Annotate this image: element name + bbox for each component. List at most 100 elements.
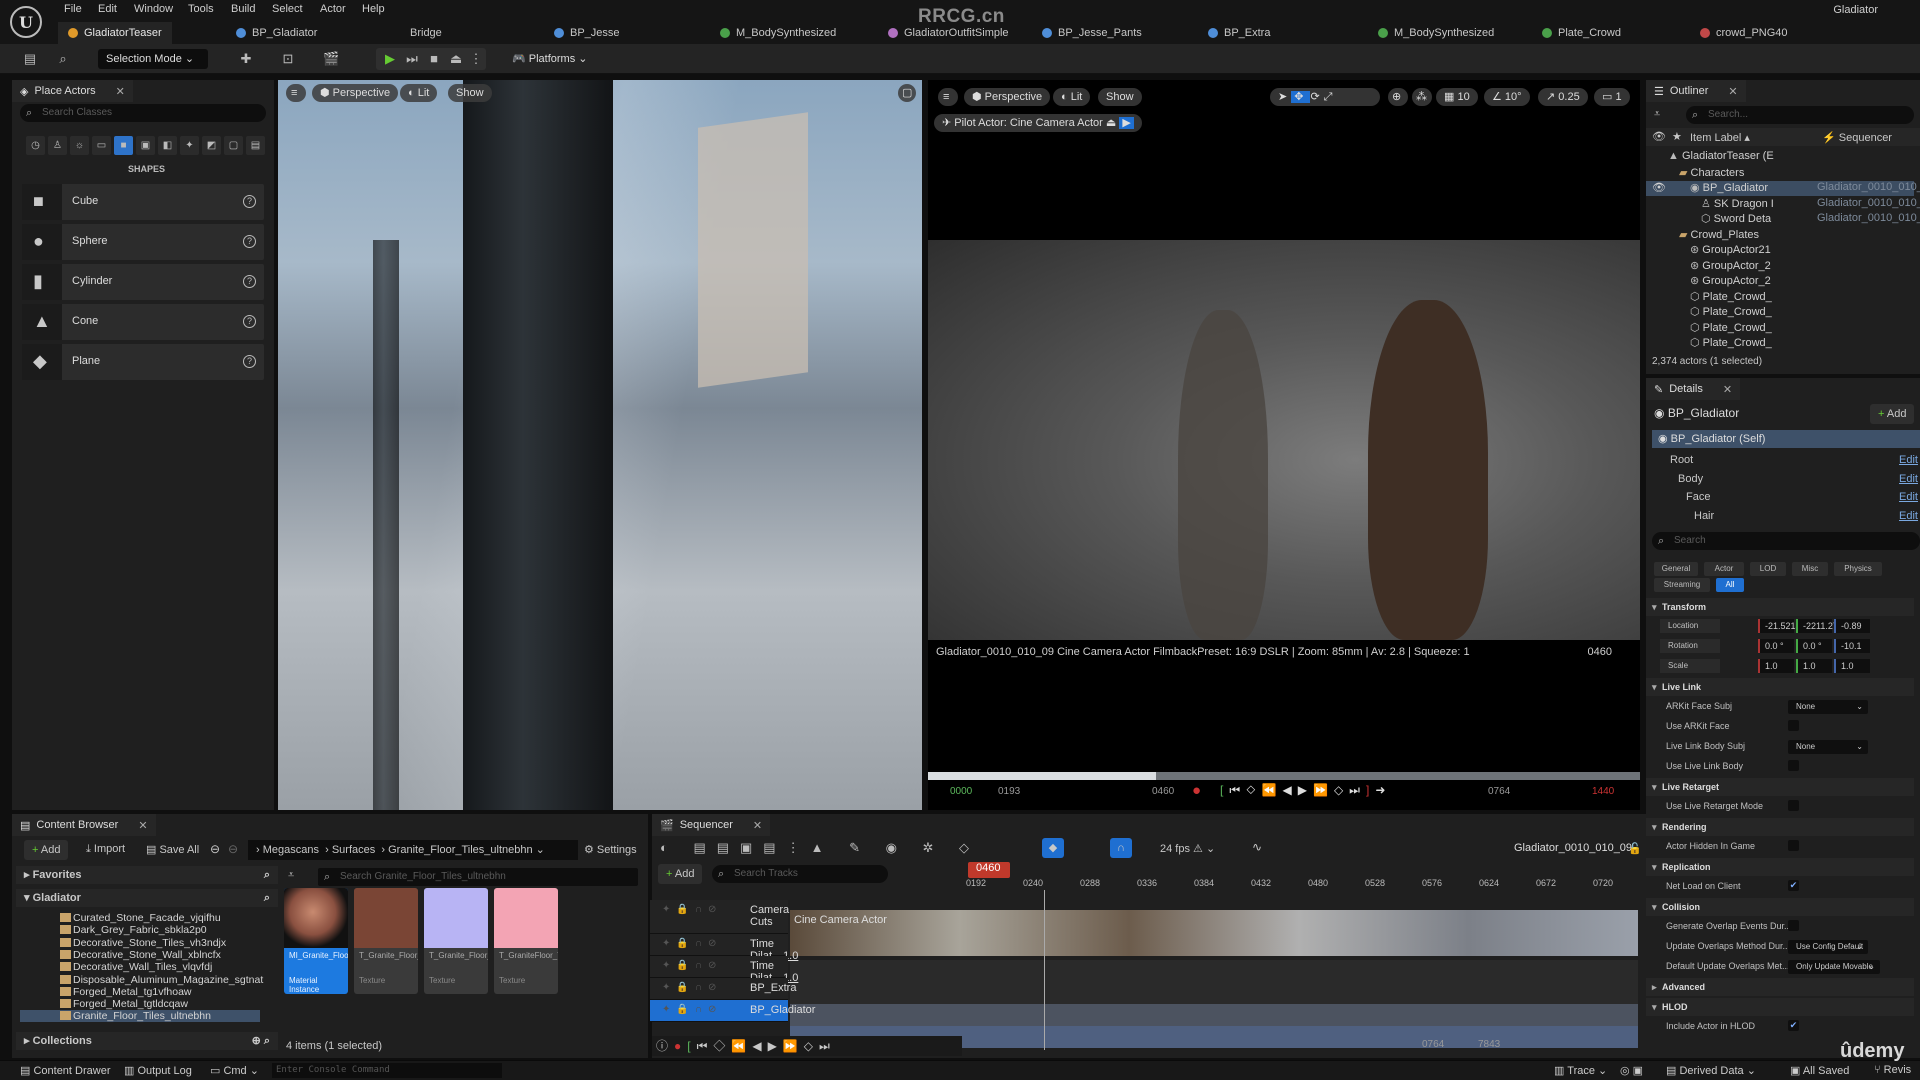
maximize-icon[interactable]: ▢ (898, 84, 916, 102)
cb-save-all-button[interactable]: ▤ Save All (146, 843, 199, 856)
col-item-label[interactable]: Item Label ▴ (1690, 131, 1750, 144)
outliner-row[interactable]: ▰ Crowd_Plates (1646, 228, 1914, 243)
play-icon[interactable]: ▶ (382, 51, 398, 67)
shape-item-cone[interactable]: ▲ Cone? (22, 304, 264, 340)
shape-item-cylinder[interactable]: ▮ Cylinder? (22, 264, 264, 300)
help-icon[interactable]: ? (243, 195, 256, 208)
tab-sequencer[interactable]: 🎬 Sequencer ✕ (652, 814, 771, 836)
section-title[interactable]: Live Retarget (1646, 778, 1914, 796)
menu-tools[interactable]: Tools (188, 3, 214, 15)
self-component[interactable]: ◉ BP_Gladiator (Self) (1652, 430, 1920, 448)
track-row[interactable]: ✦🔒∩⊘ BP_Gladiator (650, 1000, 815, 1022)
more-icon[interactable]: ⋮ (468, 51, 484, 67)
menu-actor[interactable]: Actor (320, 3, 346, 15)
level-viewport[interactable]: ≡ ⬢ Perspective ◐ Lit Show ▢ (278, 80, 922, 810)
checkbox[interactable]: ✔ (1788, 1020, 1799, 1031)
filter-icon[interactable]: ⩡ (1654, 108, 1660, 121)
derived-data-dropdown[interactable]: ▤ Derived Data ⌄ (1666, 1064, 1756, 1077)
component-row[interactable]: Root Edit (1646, 452, 1920, 470)
transform-tools[interactable]: ➤ ✥ ⟳⤢ (1270, 88, 1380, 106)
stop-icon[interactable]: ■ (426, 51, 442, 67)
eject-icon[interactable]: ⏏ (448, 51, 464, 67)
filter-tab-actor[interactable]: Actor (1704, 562, 1744, 576)
volumes-icon[interactable]: ◧ (158, 136, 177, 155)
add-collection-icon[interactable]: ⊕ ⌕ (252, 1032, 270, 1050)
doc-tab[interactable]: crowd_PNG40 (1690, 22, 1798, 44)
asset-tile[interactable]: T_Granite_Floor_Tiles_ultnebhn_ Texture (424, 888, 488, 994)
camera-cut-clip[interactable]: Cine Camera Actor (790, 910, 1638, 956)
geometry-icon[interactable]: ◩ (202, 136, 221, 155)
breadcrumb-megascans[interactable]: Megascans (263, 844, 319, 856)
shape-item-plane[interactable]: ◆ Plane? (22, 344, 264, 380)
asset-tile[interactable]: T_Granite_Floor_Tiles_ultnebhn_ Texture (354, 888, 418, 994)
trace-dropdown[interactable]: ▥ Trace ⌄ (1554, 1064, 1607, 1077)
track-controls[interactable]: ✦🔒∩⊘ (662, 982, 722, 993)
rotation-y-field[interactable]: 0.0 ° (1796, 639, 1832, 653)
breadcrumb-surfaces[interactable]: Surfaces (332, 844, 375, 856)
advance-frame-icon[interactable]: ⏭ (404, 51, 420, 67)
cb-add-button[interactable]: + Add (24, 840, 69, 860)
doc-tab[interactable]: M_BodySynthesized (710, 22, 846, 44)
shapes-icon[interactable]: ■ (114, 136, 133, 155)
scale-y-field[interactable]: 1.0 (1796, 659, 1832, 673)
track-row[interactable]: ✦🔒∩⊘Time Dilat.1.0 (650, 934, 798, 962)
checkbox[interactable] (1788, 840, 1799, 851)
doc-tab[interactable]: GladiatorTeaser (58, 22, 172, 44)
add-track-button[interactable]: + Add (658, 864, 703, 884)
fps-dropdown[interactable]: 24 fps ⚠ ⌄ (1160, 842, 1215, 855)
outliner-row[interactable]: ⊛ GroupActor_2 (1646, 274, 1914, 289)
viewport-menu-icon[interactable]: ≡ (286, 84, 306, 102)
cinematic-icon[interactable]: ▭ (92, 136, 111, 155)
checkbox[interactable] (1788, 800, 1799, 811)
output-log-button[interactable]: ▥ Output Log (124, 1064, 192, 1077)
track-controls[interactable]: ✦🔒∩⊘ (662, 1004, 722, 1015)
outliner-row[interactable]: ⬡ Plate_Crowd_ (1646, 336, 1914, 351)
asset-tile[interactable]: T_GraniteFloor_Tiles_ultnebhn_ Texture (494, 888, 558, 994)
folder-item[interactable]: Granite_Floor_Tiles_ultnebhn (20, 1010, 260, 1023)
cb-import-button[interactable]: ⤓ Import (86, 843, 125, 856)
folder-item[interactable]: Forged_Metal_tg1vfhoaw (60, 986, 192, 998)
edit-link[interactable]: Edit (1899, 491, 1918, 503)
folder-item[interactable]: Decorative_Stone_Tiles_vh3ndjx (60, 937, 226, 949)
doc-tab[interactable]: Bridge (400, 22, 452, 44)
location-z-field[interactable]: -0.89 (1834, 619, 1870, 633)
cmd-dropdown[interactable]: ▭ Cmd ⌄ (210, 1064, 259, 1077)
details-search-input[interactable]: Search (1652, 532, 1920, 550)
outliner-row[interactable]: 👁 ◉ BP_Gladiator Gladiator_0010_010_0 (1646, 181, 1920, 196)
all-saved-button[interactable]: ▣ All Saved (1790, 1064, 1849, 1077)
search-icon[interactable]: ⌕ (264, 889, 270, 907)
doc-tab[interactable]: M_BodySynthesized (1368, 22, 1504, 44)
filter-tab-physics[interactable]: Physics (1834, 562, 1882, 576)
close-icon[interactable]: ✕ (1723, 383, 1732, 396)
edit-link[interactable]: Edit (1899, 473, 1918, 485)
doc-tab[interactable]: BP_Gladiator (226, 22, 327, 44)
checkbox[interactable] (1788, 760, 1799, 771)
basic-icon[interactable]: ♙ (48, 136, 67, 155)
section-title[interactable]: HLOD (1646, 998, 1914, 1016)
filter-tab-general[interactable]: General (1654, 562, 1698, 576)
content-drawer-button[interactable]: ▤ Content Drawer (20, 1064, 111, 1077)
sequencer-toolbar[interactable]: ◐ ▤▤▣▤⋮▲ ✎ ◉ ✲ ◇ (660, 840, 980, 856)
sequencer-transport[interactable]: ⓘ●[⏮◇⏪◀▶⏩◇⏭ (652, 1036, 962, 1056)
edit-link[interactable]: Edit (1899, 454, 1918, 466)
outliner-row[interactable]: ♙ SK Dragon I Gladiator_0010_010_0 (1646, 197, 1920, 212)
folder-item[interactable]: Decorative_Wall_Tiles_vlqvfdj (60, 961, 212, 973)
menu-build[interactable]: Build (231, 3, 255, 15)
playback-controls[interactable]: [⏮◇⏪◀▶⏩◇⏭]➜ (1220, 783, 1391, 798)
console-input[interactable]: Enter Console Command (272, 1063, 502, 1078)
dropdown[interactable]: Use Config Default ⌄ (1788, 940, 1868, 954)
visibility-icon[interactable]: 👁 (1652, 181, 1666, 194)
folder-item[interactable]: Curated_Stone_Facade_vjqifhu (60, 912, 221, 924)
surface-snap-icon[interactable]: ⁂ (1412, 88, 1432, 106)
timeline-current[interactable]: 0460 (1152, 786, 1174, 797)
search-tracks-input[interactable]: Search Tracks (712, 865, 888, 883)
collections-section[interactable]: ▸ Collections ⊕ ⌕ (16, 1032, 278, 1050)
doc-tab[interactable]: GladiatorOutfitSimple (878, 22, 1019, 44)
tab-outliner[interactable]: ☰ Outliner ✕ (1646, 80, 1746, 102)
revision-control-button[interactable]: ⑂ Revis (1874, 1064, 1911, 1076)
show-button[interactable]: Show (448, 84, 492, 102)
asset-search-input[interactable]: Search Granite_Floor_Tiles_ultnebhn (318, 868, 638, 886)
section-title[interactable]: Rendering (1646, 818, 1914, 836)
outliner-row[interactable]: ⬡ Plate_Crowd_ (1646, 321, 1914, 336)
platforms-dropdown[interactable]: 🎮 Platforms ⌄ (504, 49, 596, 69)
